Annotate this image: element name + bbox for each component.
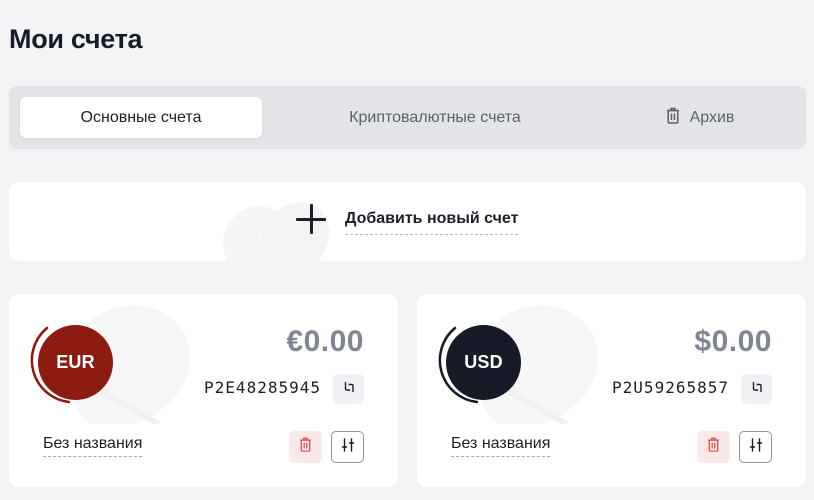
tab-crypto-accounts[interactable]: Криптовалютные счета — [314, 97, 556, 138]
tab-archive[interactable]: Архив — [579, 97, 814, 138]
delete-account-button[interactable] — [289, 431, 322, 463]
tab-label: Основные счета — [80, 108, 202, 126]
tab-label: Архив — [689, 108, 735, 126]
account-card-usd: USD $0.00 P2U59265857 Без названия — [417, 294, 806, 487]
account-number: P2E48285945 — [204, 378, 321, 397]
currency-badge-eur: EUR — [29, 316, 119, 406]
add-account-button[interactable]: Добавить новый счет — [9, 182, 806, 261]
account-card-eur: EUR €0.00 P2E48285945 Без названия — [9, 294, 398, 487]
copy-icon — [751, 380, 763, 398]
account-name[interactable]: Без названия — [451, 435, 551, 457]
copy-icon — [343, 380, 355, 398]
account-settings-button[interactable] — [331, 431, 364, 463]
currency-code: USD — [446, 325, 521, 400]
account-settings-button[interactable] — [739, 431, 772, 463]
account-tabs: Основные счета Криптовалютные счета Архи… — [9, 86, 806, 149]
copy-button[interactable] — [741, 374, 772, 404]
account-balance: €0.00 — [286, 325, 364, 358]
currency-code: EUR — [38, 325, 113, 400]
account-name[interactable]: Без названия — [43, 435, 143, 457]
tab-label: Криптовалютные счета — [349, 108, 521, 126]
sliders-icon — [749, 437, 763, 457]
trash-icon — [666, 107, 680, 129]
trash-icon — [299, 437, 312, 457]
page-title: Мои счета — [9, 24, 143, 54]
account-balance: $0.00 — [694, 325, 772, 358]
sliders-icon — [341, 437, 355, 457]
trash-icon — [707, 437, 720, 457]
tab-main-accounts[interactable]: Основные счета — [20, 97, 262, 138]
plus-icon — [295, 203, 327, 235]
copy-button[interactable] — [333, 374, 364, 404]
account-number: P2U59265857 — [612, 378, 729, 397]
delete-account-button[interactable] — [697, 431, 730, 463]
add-account-label: Добавить новый счет — [345, 210, 519, 235]
currency-badge-usd: USD — [437, 316, 527, 406]
